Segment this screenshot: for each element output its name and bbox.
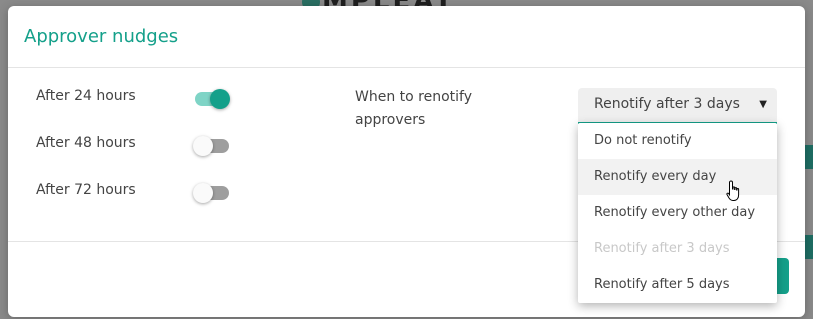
toggle-48h[interactable] — [193, 136, 229, 156]
setting-label-72h: After 72 hours — [36, 182, 136, 198]
option-every-day[interactable]: Renotify every day — [578, 159, 777, 195]
renotify-label: When to renotify approvers — [355, 89, 473, 128]
toggle-knob — [193, 136, 213, 156]
option-after-5-days[interactable]: Renotify after 5 days — [578, 267, 777, 303]
setting-label-48h: After 48 hours — [36, 135, 136, 151]
hand-pointer-icon — [726, 180, 740, 201]
renotify-select[interactable]: Renotify after 3 days ▼ — [578, 88, 777, 124]
option-do-not-renotify[interactable]: Do not renotify — [578, 123, 777, 159]
toggle-knob — [210, 89, 230, 109]
toggle-knob — [193, 183, 213, 203]
setting-label-24h: After 24 hours — [36, 88, 136, 104]
background-button-edge — [805, 145, 813, 169]
toggle-72h[interactable] — [193, 183, 229, 203]
renotify-select-value: Renotify after 3 days — [594, 96, 740, 112]
dialog-header: Approver nudges — [8, 6, 805, 68]
option-every-other-day[interactable]: Renotify every other day — [578, 195, 777, 231]
option-after-3-days: Renotify after 3 days — [594, 241, 730, 256]
dialog-title: Approver nudges — [24, 26, 179, 47]
renotify-options-menu: Do not renotify Renotify every day Renot… — [578, 123, 777, 303]
chevron-down-icon: ▼ — [759, 99, 767, 110]
background-button-edge — [805, 235, 813, 259]
toggle-24h[interactable] — [195, 89, 230, 109]
